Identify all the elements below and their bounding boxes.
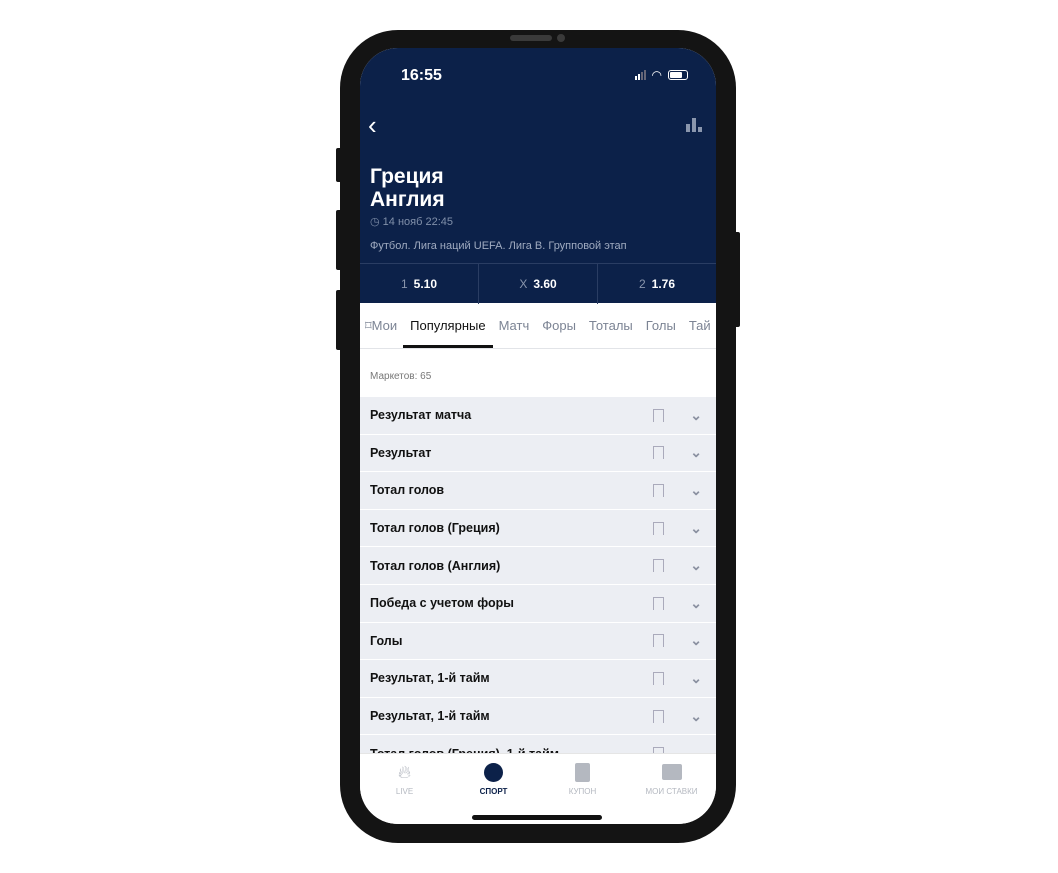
chevron-down-icon[interactable]: ⌄ xyxy=(690,670,702,687)
market-tabs: ⌑Мои Популярные Матч Форы Тоталы Голы Та… xyxy=(360,303,716,349)
nav-label: МОИ СТАВКИ xyxy=(645,787,698,796)
home-indicator[interactable] xyxy=(472,815,602,820)
screen: 16:55 ◠ ‹ Греция Англия ◷ 14 нояб 22:45 Ф… xyxy=(360,48,716,824)
nav-my-bets[interactable]: МОИ СТАВКИ xyxy=(627,754,716,824)
odd-label: 2 xyxy=(638,277,646,291)
chevron-down-icon[interactable]: ⌄ xyxy=(690,520,702,537)
odd-label: 1 xyxy=(400,277,408,291)
tab-handicaps[interactable]: Форы xyxy=(542,318,576,333)
markets-count: Маркетов: 65 xyxy=(370,371,432,382)
tab-goals[interactable]: Голы xyxy=(646,318,676,333)
chevron-down-icon[interactable]: ⌄ xyxy=(690,557,702,574)
match-title: Греция Англия xyxy=(370,165,445,211)
bookmark-icon[interactable] xyxy=(653,634,664,648)
bookmark-icon[interactable] xyxy=(653,671,664,685)
coupon-icon xyxy=(573,762,593,782)
date-text: 14 нояб 22:45 xyxy=(382,216,453,228)
chevron-down-icon[interactable]: ⌄ xyxy=(690,444,702,461)
nav-sport[interactable]: СПОРТ xyxy=(449,754,538,824)
market-row[interactable]: Тотал голов (Англия) ⌄ xyxy=(360,547,716,585)
bookmark-icon[interactable] xyxy=(653,408,664,422)
speaker xyxy=(510,35,552,41)
chevron-down-icon[interactable]: ⌄ xyxy=(690,407,702,424)
market-row[interactable]: Тотал голов (Греция) ⌄ xyxy=(360,509,716,548)
nav-label: LIVE xyxy=(395,787,414,796)
market-name: Результат матча xyxy=(370,408,472,423)
odds-row: 1 5.10 X 3.60 2 1.76 xyxy=(360,263,716,304)
market-row[interactable]: Результат ⌄ xyxy=(360,434,716,473)
tab-popular[interactable]: Популярные xyxy=(403,318,494,348)
bookmark-icon[interactable] xyxy=(653,446,664,460)
market-name: Результат xyxy=(370,445,432,460)
chevron-down-icon[interactable]: ⌄ xyxy=(690,632,702,649)
market-row[interactable]: Победа с учетом форы ⌄ xyxy=(360,584,716,623)
match-header: 16:55 ◠ ‹ Греция Англия ◷ 14 нояб 22:45 Ф… xyxy=(360,48,716,304)
odd-label: X xyxy=(519,277,528,291)
bottom-nav: 🔥︎ LIVE СПОРТ КУПОН МОИ СТАВКИ xyxy=(360,753,716,824)
odd-value: 1.76 xyxy=(651,277,676,291)
market-name: Результат, 1-й тайм xyxy=(370,709,490,724)
bookmark-icon[interactable] xyxy=(653,559,664,573)
bookmark-icon[interactable] xyxy=(653,521,664,535)
league-name: Футбол. Лига наций UEFA. Лига B. Группов… xyxy=(370,240,627,252)
nav-live[interactable]: 🔥︎ LIVE xyxy=(360,754,449,824)
chevron-down-icon[interactable]: ⌄ xyxy=(690,595,702,612)
market-list: Результат матча ⌄ Результат ⌄ Тотал голов ⌄ То… xyxy=(360,397,716,773)
battery-icon xyxy=(668,70,688,80)
market-name: Голы xyxy=(370,633,403,648)
market-name: Тотал голов xyxy=(370,483,445,498)
wifi-icon: ◠ xyxy=(651,68,662,82)
team2: Англия xyxy=(370,188,445,211)
odd-button-x[interactable]: X 3.60 xyxy=(479,264,598,304)
status-time: 16:55 xyxy=(401,67,442,84)
ball-icon xyxy=(484,762,504,782)
market-row[interactable]: Результат, 1-й тайм ⌄ xyxy=(360,660,716,698)
chevron-down-icon[interactable]: ⌄ xyxy=(690,482,702,499)
chevron-down-icon[interactable]: ⌄ xyxy=(690,708,702,725)
back-chevron-icon[interactable]: ‹ xyxy=(368,110,377,141)
team1: Греция xyxy=(370,165,444,188)
status-icons: ◠ xyxy=(634,68,688,82)
clock-icon: ◷ xyxy=(370,216,383,228)
fire-icon: 🔥︎ xyxy=(397,761,412,782)
bookmark-icon[interactable] xyxy=(653,483,664,497)
folder-icon xyxy=(661,762,682,782)
nav-coupon[interactable]: КУПОН xyxy=(538,754,627,824)
bookmark-icon: ⌑ xyxy=(365,317,372,333)
nav-label: СПОРТ xyxy=(479,787,508,796)
signal-icon xyxy=(634,70,646,80)
camera xyxy=(557,34,565,42)
odd-value: 3.60 xyxy=(533,277,557,291)
tab-my[interactable]: ⌑Мои xyxy=(365,318,397,334)
tab-match[interactable]: Матч xyxy=(499,318,530,333)
nav-label: КУПОН xyxy=(568,787,597,796)
market-name: Победа с учетом форы xyxy=(370,596,514,611)
odd-button-2[interactable]: 2 1.76 xyxy=(598,264,716,304)
odd-value: 5.10 xyxy=(413,277,438,291)
tab-totals[interactable]: Тоталы xyxy=(589,318,633,333)
tab-halves[interactable]: Тай xyxy=(689,318,711,333)
market-name: Тотал голов (Греция) xyxy=(370,521,500,536)
tab-label: Мои xyxy=(371,317,398,333)
bookmark-icon[interactable] xyxy=(653,709,664,723)
market-name: Тотал голов (Англия) xyxy=(370,558,501,573)
market-row[interactable]: Тотал голов ⌄ xyxy=(360,472,716,510)
market-name: Результат, 1-й тайм xyxy=(370,671,490,686)
market-row[interactable]: Результат матча ⌄ xyxy=(360,397,716,435)
market-row[interactable]: Результат, 1-й тайм ⌄ xyxy=(360,697,716,736)
statistics-icon[interactable] xyxy=(686,118,702,132)
odd-button-1[interactable]: 1 5.10 xyxy=(360,264,479,304)
bookmark-icon[interactable] xyxy=(653,596,664,610)
market-row[interactable]: Голы ⌄ xyxy=(360,622,716,661)
match-date: ◷ 14 нояб 22:45 xyxy=(370,215,453,228)
